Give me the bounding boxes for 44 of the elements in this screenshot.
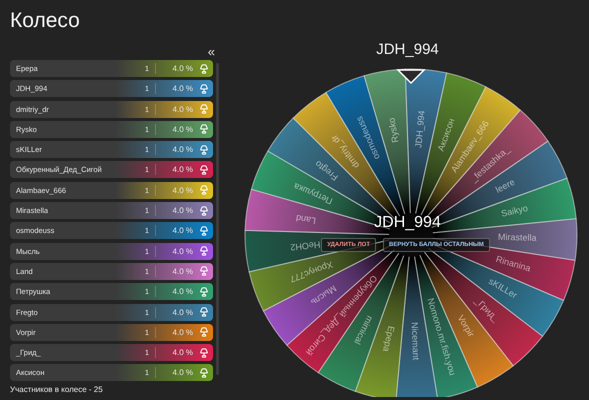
lamp-icon[interactable] xyxy=(199,286,209,297)
segment-label: Rysko xyxy=(386,117,400,144)
participant-percent: 4.0 % xyxy=(172,104,193,114)
participant-percent: 4.0 % xyxy=(172,165,193,174)
segment-label: JDH_994 xyxy=(413,110,427,148)
lamp-icon[interactable] xyxy=(199,104,209,114)
participant-percent: 4.0 % xyxy=(172,368,193,378)
participant-percent: 4.0 % xyxy=(172,287,193,296)
participant-percent: 4.0 % xyxy=(172,328,193,337)
participant-percent: 4.0 % xyxy=(172,64,193,73)
lamp-icon[interactable] xyxy=(199,368,209,378)
participant-percent: 4.0 % xyxy=(172,308,193,317)
segment-label: HeOH2 xyxy=(290,240,321,252)
participant-percent: 4.0 % xyxy=(172,124,193,134)
segment-label: Mirastella xyxy=(498,232,537,243)
lamp-icon[interactable] xyxy=(199,246,209,256)
lamp-icon[interactable] xyxy=(199,206,209,216)
participant-percent: 4.0 % xyxy=(172,266,193,276)
participant-percent: 4.0 % xyxy=(172,348,193,358)
lamp-icon[interactable] xyxy=(199,64,209,74)
lamp-icon[interactable] xyxy=(199,226,209,236)
lamp-icon[interactable] xyxy=(199,144,209,155)
segment-label: Epepa xyxy=(381,325,396,353)
lamp-icon[interactable] xyxy=(199,348,209,358)
segment-label: Land xyxy=(295,212,317,226)
participant-percent: 4.0 % xyxy=(172,145,193,154)
wheel-pointer xyxy=(396,69,426,84)
lamp-icon[interactable] xyxy=(199,164,209,175)
segment-label: Nicemant xyxy=(410,322,421,360)
segment-label: Saikyo xyxy=(500,202,529,219)
participant-percent: 4.0 % xyxy=(172,186,193,195)
page-title: Колесо xyxy=(10,8,80,34)
winner-title: JDH_994 xyxy=(376,41,439,59)
participant-percent: 4.0 % xyxy=(172,84,193,94)
lamp-icon[interactable] xyxy=(199,124,209,134)
participant-percent: 4.0 % xyxy=(172,226,193,236)
participant-percent: 4.0 % xyxy=(172,206,193,216)
lamp-icon[interactable] xyxy=(199,327,209,338)
lamp-icon[interactable] xyxy=(199,266,209,276)
lamp-icon[interactable] xyxy=(199,84,209,94)
collapse-button[interactable]: « xyxy=(208,46,215,58)
participant-percent: 4.0 % xyxy=(172,246,193,256)
lamp-icon[interactable] xyxy=(199,307,209,318)
participants-count: Участников в колесе - 25 xyxy=(10,385,103,394)
